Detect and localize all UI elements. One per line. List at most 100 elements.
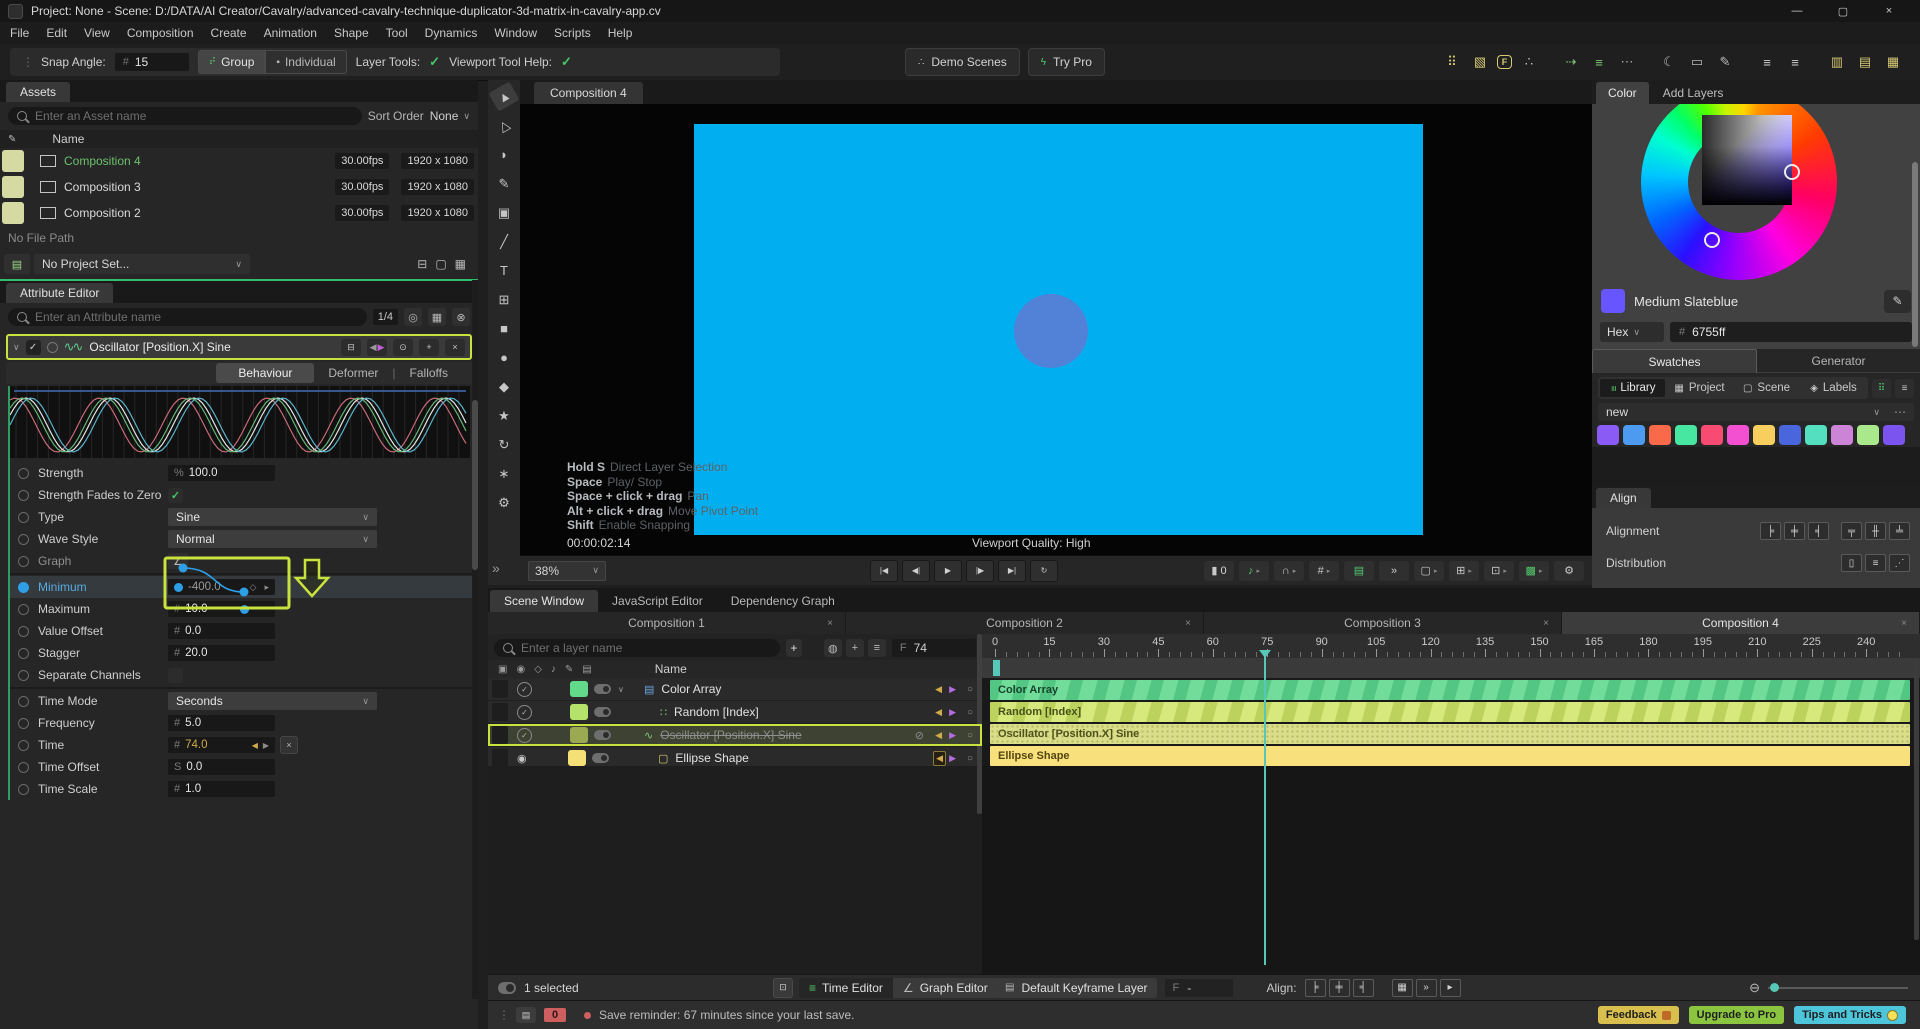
layer-enabled-checkbox[interactable]: ✓ xyxy=(517,728,532,743)
attr-radio[interactable] xyxy=(18,582,29,593)
pick-whip-icon[interactable]: ▦ xyxy=(428,308,446,326)
selection-toggle-icon[interactable] xyxy=(498,982,516,994)
tab-falloffs[interactable]: Falloffs xyxy=(410,366,448,380)
clear-search-icon[interactable]: ⊗ xyxy=(452,308,470,326)
next-keyframe-icon[interactable]: ▶ xyxy=(949,707,956,718)
color-swatch[interactable] xyxy=(1623,425,1645,445)
feedback-button[interactable]: Feedback xyxy=(1598,1006,1679,1024)
visibility-icon[interactable]: ◉ xyxy=(516,664,525,675)
go-to-start-button[interactable]: |◀ xyxy=(870,560,898,582)
menu-edit[interactable]: Edit xyxy=(46,26,67,40)
guides-icon[interactable]: ▤ xyxy=(1344,561,1374,581)
layer-search-box[interactable] xyxy=(494,639,780,657)
expand-caret-icon[interactable]: ▸ xyxy=(1539,567,1543,575)
go-to-end-button[interactable]: ▶| xyxy=(998,560,1026,582)
align-right-lines-icon[interactable]: ≡ xyxy=(1784,52,1806,72)
remove-keyframes-button[interactable]: × xyxy=(280,736,298,754)
pin-icon[interactable]: ⊙ xyxy=(393,339,413,356)
duplicate-view-icon[interactable]: ⊡▸ xyxy=(1484,561,1514,581)
pen-tool[interactable]: ✎ xyxy=(492,173,516,194)
keyframe-circle-icon[interactable]: ○ xyxy=(967,684,973,695)
color-swatch[interactable] xyxy=(1857,425,1879,445)
layer-toggle[interactable] xyxy=(592,753,609,763)
menu-create[interactable]: Create xyxy=(211,26,247,40)
library-tab-project[interactable]: ▦Project xyxy=(1667,379,1732,397)
viewport-settings-icon[interactable]: ⚙ xyxy=(1554,561,1584,581)
menu-composition[interactable]: Composition xyxy=(127,26,194,40)
keyframe-nav-icon[interactable]: ◀ ▶ xyxy=(367,339,387,356)
menu-scripts[interactable]: Scripts xyxy=(554,26,591,40)
attr-field-time-offset[interactable]: S0.0 xyxy=(168,759,275,775)
try-pro-button[interactable]: ϟ Try Pro xyxy=(1028,48,1105,76)
skip-button[interactable]: » xyxy=(1416,979,1437,997)
keyframe-circle-icon[interactable]: ○ xyxy=(967,730,973,741)
text-tool[interactable]: T xyxy=(492,260,516,281)
attr-field-time-scale[interactable]: #1.0 xyxy=(168,781,275,797)
camera-icon[interactable]: ▤ xyxy=(582,664,591,675)
timeline-track-random-index[interactable]: Random [Index] xyxy=(990,702,1910,722)
color-swatch[interactable] xyxy=(1701,425,1723,445)
attr-radio[interactable] xyxy=(18,718,29,729)
move-icon[interactable]: + xyxy=(846,639,864,657)
attr-radio[interactable] xyxy=(18,512,29,523)
layer-stack-icon[interactable]: ⊞▸ xyxy=(1449,561,1479,581)
grid-icon[interactable]: #▸ xyxy=(1309,561,1339,581)
layer-toggle[interactable] xyxy=(594,684,611,694)
find-next-icon[interactable]: ◎ xyxy=(404,308,422,326)
keyframe-diamond-icon[interactable]: ◇ xyxy=(250,582,257,593)
lock-cell[interactable] xyxy=(492,703,508,721)
expression-icon[interactable]: ▸ xyxy=(264,582,269,593)
composition-tab-composition-4[interactable]: Composition 4× xyxy=(1562,612,1920,634)
timeline-scrollbar[interactable] xyxy=(1914,660,1919,940)
menu-file[interactable]: File xyxy=(10,26,29,40)
tab-dependency-graph[interactable]: Dependency Graph xyxy=(717,590,849,612)
attr-radio[interactable] xyxy=(18,670,29,681)
menu-view[interactable]: View xyxy=(84,26,110,40)
ellipse-tool[interactable]: ● xyxy=(492,347,516,368)
attr-radio[interactable] xyxy=(18,696,29,707)
direct-select-tool[interactable]: △ xyxy=(488,110,519,140)
timeline-track-oscillator-position-x-sine[interactable]: Oscillator [Position.X] Sine xyxy=(990,724,1910,744)
attr-field-stagger[interactable]: #20.0 xyxy=(168,645,275,661)
select-tool[interactable]: ▲ xyxy=(488,81,519,111)
expand-caret-icon[interactable]: ▸ xyxy=(1327,567,1331,575)
close-button[interactable]: × xyxy=(1866,5,1912,18)
layer-search-input[interactable] xyxy=(519,640,771,656)
timeline-zoom-slider[interactable] xyxy=(1768,987,1908,989)
prev-keyframe-icon[interactable]: ◀ xyxy=(933,751,946,766)
rectangle-tool[interactable]: ■ xyxy=(492,318,516,339)
dashed-arrow-icon[interactable]: ⇢ xyxy=(1560,52,1582,72)
snapping-icon[interactable]: ∩▸ xyxy=(1274,561,1304,581)
distribute-v-button[interactable]: ≡ xyxy=(1865,554,1886,572)
dots-grid-icon[interactable]: ⠿ xyxy=(1441,52,1463,72)
prev-keyframe-icon[interactable]: ◀ xyxy=(935,707,942,718)
attr-radio[interactable] xyxy=(18,490,29,501)
attr-radio[interactable] xyxy=(18,556,29,567)
next-keyframe-icon[interactable]: ▶ xyxy=(263,741,269,750)
upgrade-to-pro-button[interactable]: Upgrade to Pro xyxy=(1689,1006,1784,1024)
align-left-button[interactable]: ╞ xyxy=(1305,979,1326,997)
project-set-dropdown[interactable]: No Project Set... ∨ xyxy=(34,254,250,274)
close-icon[interactable]: × xyxy=(445,339,465,356)
tab-color[interactable]: Color xyxy=(1596,82,1649,104)
viewport-tool-help-checkbox[interactable]: ✓ xyxy=(561,54,572,70)
loop-button[interactable]: ↻ xyxy=(1030,560,1058,582)
playhead-line[interactable] xyxy=(1264,652,1266,965)
snapshot-icon[interactable]: ▮0 xyxy=(1204,561,1234,581)
hue-selector[interactable] xyxy=(1704,232,1720,248)
palette-dropdown[interactable]: new ∨ ⋯ xyxy=(1598,403,1914,421)
align-left-lines-icon[interactable]: ≡ xyxy=(1756,52,1778,72)
pan-tool[interactable]: ◗ xyxy=(492,144,516,165)
color-swatch[interactable] xyxy=(1831,425,1853,445)
sv-selector[interactable] xyxy=(1784,164,1800,180)
sparkle-tool[interactable]: ∗ xyxy=(492,463,516,484)
menu-dynamics[interactable]: Dynamics xyxy=(425,26,478,40)
comment-icon[interactable]: ▤ xyxy=(516,1007,536,1023)
attribute-search-box[interactable] xyxy=(8,308,367,326)
work-area-marker[interactable] xyxy=(993,660,1000,676)
eyedropper-button[interactable]: ✎ xyxy=(1884,290,1911,313)
expand-caret-icon[interactable]: ▸ xyxy=(1468,567,1472,575)
layer-enabled-checkbox[interactable]: ✓ xyxy=(517,705,532,720)
prev-keyframe-icon[interactable]: ◀ xyxy=(935,684,942,695)
drag-handle-icon[interactable]: ⋮ xyxy=(22,55,32,69)
